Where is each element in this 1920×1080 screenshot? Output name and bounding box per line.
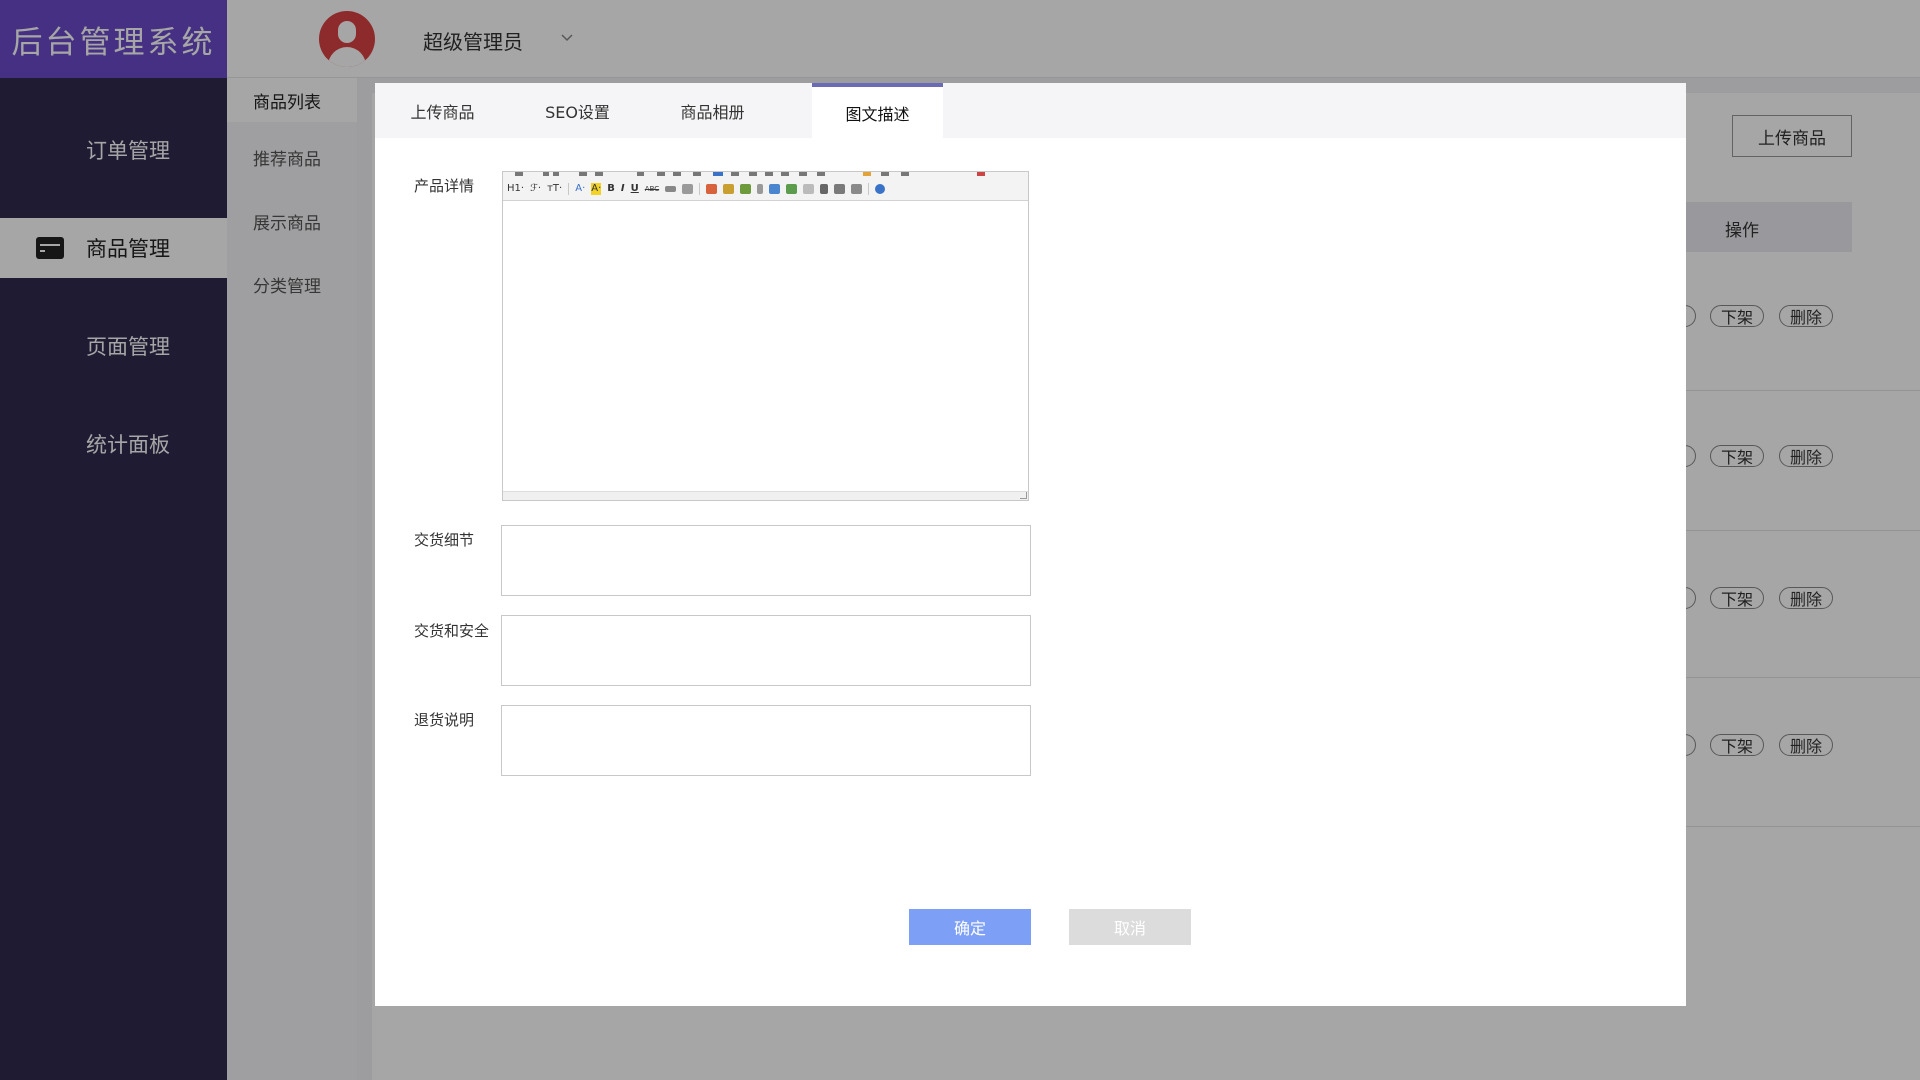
resize-handle-icon[interactable] bbox=[1020, 492, 1027, 499]
attachment-icon[interactable] bbox=[757, 184, 764, 194]
editor-content-area[interactable] bbox=[503, 202, 1028, 492]
help-icon[interactable] bbox=[875, 184, 886, 194]
rich-text-editor: H1· ℱ· тT· A· A· B I U ABC bbox=[502, 171, 1029, 501]
highlight-button[interactable]: A· bbox=[591, 183, 602, 195]
image-icon[interactable] bbox=[706, 184, 718, 194]
delivery-detail-input[interactable] bbox=[501, 525, 1031, 596]
editor-toolbar-icons[interactable] bbox=[509, 172, 1019, 177]
tab-upload-product[interactable]: 上传商品 bbox=[375, 83, 510, 138]
field-label-delivery-detail: 交货细节 bbox=[414, 531, 475, 549]
delivery-safety-input[interactable] bbox=[501, 615, 1031, 686]
underline-button[interactable]: U bbox=[631, 183, 639, 195]
confirm-button[interactable]: 确定 bbox=[909, 909, 1031, 945]
field-label-return-note: 退货说明 bbox=[414, 711, 475, 729]
field-label-product-detail: 产品详情 bbox=[414, 177, 475, 195]
tab-seo-settings[interactable]: SEO设置 bbox=[510, 83, 645, 138]
table-icon[interactable] bbox=[665, 186, 677, 192]
emotion-icon[interactable] bbox=[723, 184, 735, 194]
field-label-delivery-safety: 交货和安全 bbox=[414, 622, 490, 640]
map-icon[interactable] bbox=[740, 184, 752, 194]
modal-tabs: 上传商品 SEO设置 商品相册 图文描述 bbox=[375, 83, 1686, 138]
product-edit-modal: 上传商品 SEO设置 商品相册 图文描述 产品详情 H1· ℱ· тT· A· … bbox=[375, 83, 1686, 1006]
return-note-input[interactable] bbox=[501, 705, 1031, 776]
tab-rich-description[interactable]: 图文描述 bbox=[812, 83, 943, 138]
unlink-icon[interactable] bbox=[851, 184, 863, 194]
cancel-button[interactable]: 取消 bbox=[1069, 909, 1191, 945]
font-family-dropdown[interactable]: ℱ· bbox=[530, 183, 541, 195]
italic-button[interactable]: I bbox=[621, 183, 625, 195]
font-color-button[interactable]: A· bbox=[575, 183, 585, 195]
page-break-icon[interactable] bbox=[803, 184, 815, 194]
bold-button[interactable]: B bbox=[607, 183, 615, 195]
editor-toolbar-row: H1· ℱ· тT· A· A· B I U ABC bbox=[507, 181, 886, 197]
link-icon[interactable] bbox=[834, 184, 846, 194]
strikethrough-button[interactable]: ABC bbox=[645, 183, 659, 195]
editor-toolbar: H1· ℱ· тT· A· A· B I U ABC bbox=[503, 172, 1028, 201]
editor-statusbar bbox=[503, 491, 1028, 500]
tab-product-album[interactable]: 商品相册 bbox=[645, 83, 780, 138]
anchor-icon[interactable] bbox=[820, 184, 829, 194]
insert-table-icon[interactable] bbox=[769, 184, 781, 194]
font-size-dropdown[interactable]: тT· bbox=[547, 183, 562, 195]
insert-row-icon[interactable] bbox=[786, 184, 798, 194]
heading-dropdown[interactable]: H1· bbox=[507, 183, 524, 195]
eraser-icon[interactable] bbox=[682, 184, 694, 194]
